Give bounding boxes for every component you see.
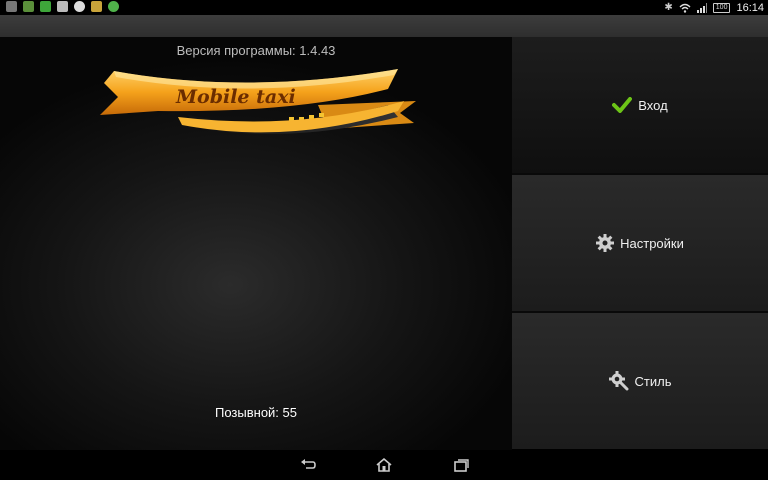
signal-icon bbox=[696, 2, 707, 13]
back-icon[interactable] bbox=[300, 457, 316, 473]
version-label: Версия программы: 1.4.43 bbox=[176, 43, 336, 58]
style-button[interactable]: Стиль bbox=[512, 313, 768, 449]
image-icon bbox=[57, 1, 68, 12]
wifi-icon bbox=[679, 3, 691, 13]
home-icon[interactable] bbox=[376, 457, 392, 473]
status-bar: ✱ 100 16:14 bbox=[0, 0, 768, 15]
chrome-icon bbox=[74, 1, 85, 12]
main-panel: Версия программы: 1.4.43 Mobile taxi Поз… bbox=[0, 37, 512, 450]
mobile-taxi-logo: Mobile taxi bbox=[100, 69, 416, 135]
sd-card-icon bbox=[6, 1, 17, 12]
navigation-bar bbox=[0, 450, 768, 480]
android-icon bbox=[40, 1, 51, 12]
download-icon bbox=[23, 1, 34, 12]
side-menu: Вход Настройки Стиль bbox=[512, 37, 768, 450]
notification-icons bbox=[6, 1, 119, 12]
gear-icon bbox=[596, 234, 615, 252]
style-tools-icon bbox=[608, 371, 629, 391]
logo-text: Mobile taxi bbox=[175, 86, 296, 108]
recent-apps-icon[interactable] bbox=[453, 457, 469, 473]
coin-icon bbox=[108, 1, 119, 12]
checkmark-icon bbox=[612, 97, 633, 113]
settings-button[interactable]: Настройки bbox=[512, 175, 768, 311]
bluetooth-icon: ✱ bbox=[664, 2, 673, 13]
settings-label: Настройки bbox=[620, 235, 684, 251]
action-bar bbox=[0, 15, 768, 37]
clock: 16:14 bbox=[736, 1, 764, 14]
login-button[interactable]: Вход bbox=[512, 37, 768, 173]
login-label: Вход bbox=[638, 97, 668, 113]
battery-icon: 100 bbox=[712, 2, 731, 13]
callsign-label: Позывной: 55 bbox=[215, 405, 297, 420]
style-label: Стиль bbox=[634, 373, 672, 389]
cleaner-icon bbox=[91, 1, 102, 12]
